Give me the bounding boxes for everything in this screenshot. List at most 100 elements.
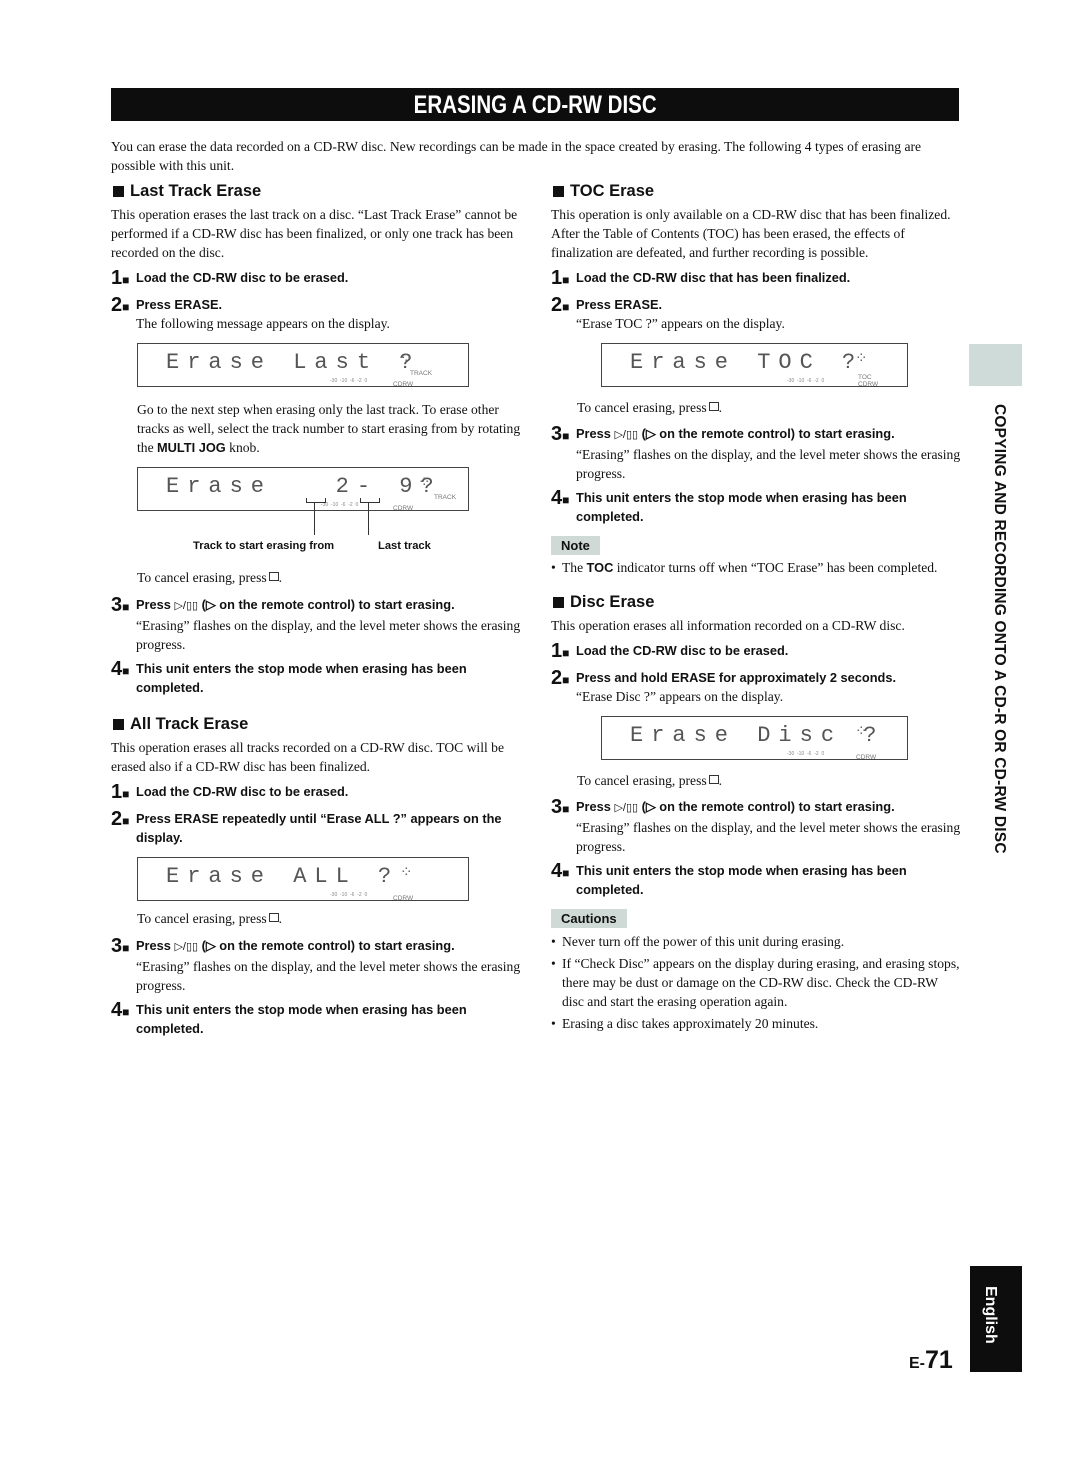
step-number: 3■	[111, 594, 130, 616]
step-number: 3■	[111, 935, 130, 957]
cautions-label: Cautions	[551, 909, 627, 928]
disc-spinner-icon: ⁘	[855, 722, 868, 740]
play-pause-icon: ▷/▯▯	[614, 429, 639, 441]
page-title-text: ERASING A CD-RW DISC	[413, 91, 657, 119]
track-indicator: TRACK	[410, 370, 433, 377]
section-toc-erase: TOC Erase This operation is only availab…	[551, 180, 961, 577]
step-title: Press ▷/▯▯ (▷ on the remote control) to …	[576, 799, 895, 814]
section-description: This operation erases all tracks recorde…	[111, 740, 504, 774]
step-description: “Erasing” flashes on the display, and th…	[136, 959, 521, 993]
step-number: 4■	[551, 487, 570, 509]
step-title: This unit enters the stop mode when eras…	[136, 661, 467, 695]
step-number: 1■	[551, 267, 570, 289]
step-number: 2■	[551, 294, 570, 316]
chapter-tab-marker	[969, 344, 1022, 386]
step-title: Load the CD-RW disc that has been finali…	[576, 270, 851, 285]
lcd-text: Erase Disc ?	[630, 723, 885, 748]
square-bullet-icon	[553, 185, 564, 197]
callout-last-track: Last track	[378, 540, 431, 552]
step-number: 3■	[551, 796, 570, 818]
cdrw-indicator: CDRW	[393, 381, 414, 388]
track-indicator: TRACK	[434, 494, 457, 501]
step-number: 1■	[111, 781, 130, 803]
step-3: 3■ Press ▷/▯▯ (▷ on the remote control) …	[551, 424, 961, 483]
step-title: Load the CD-RW disc to be erased.	[136, 270, 349, 285]
stop-icon	[708, 402, 719, 411]
cancel-instruction: To cancel erasing, press.	[137, 570, 283, 585]
step-description: “Erase Disc ?” appears on the display.	[576, 689, 784, 704]
display-callouts: Track to start erasing from Last track	[137, 503, 467, 565]
step-2: 2■ Press and hold ERASE for approximatel…	[551, 668, 961, 706]
step-title: Press ERASE.	[576, 297, 663, 312]
square-bullet-icon	[113, 718, 124, 730]
lcd-text: Erase Last ?	[166, 350, 421, 375]
step-title: This unit enters the stop mode when eras…	[576, 863, 907, 897]
cautions-box: Cautions • Never turn off the power of th…	[551, 909, 961, 1033]
step-number: 1■	[111, 267, 130, 289]
cancel-instruction: To cancel erasing, press.	[577, 400, 723, 415]
step-3: 3■ Press ▷/▯▯ (▷ on the remote control) …	[111, 936, 521, 995]
step-number: 2■	[551, 667, 570, 689]
step-title: Press ERASE repeatedly until “Erase ALL …	[136, 811, 502, 845]
disc-spinner-icon: ⁘	[418, 473, 431, 491]
caution-item: • Erasing a disc takes approximately 20 m…	[551, 1016, 819, 1031]
cdrw-indicator: CDRW	[856, 754, 877, 761]
step-description: The following message appears on the dis…	[136, 316, 390, 331]
heading-text: Disc Erase	[570, 593, 655, 611]
step-title: Load the CD-RW disc to be erased.	[136, 784, 349, 799]
step-title: Press ▷/▯▯ (▷ on the remote control) to …	[136, 938, 455, 953]
disc-spinner-icon: ⁘	[400, 349, 413, 367]
play-pause-icon: ▷/▯▯	[614, 802, 639, 814]
stop-icon	[708, 775, 719, 784]
cdrw-indicator: CDRW	[858, 381, 879, 388]
step-number: 3■	[551, 423, 570, 445]
step-number: 4■	[551, 860, 570, 882]
disc-spinner-icon: ⁘	[400, 863, 413, 881]
section-description: This operation erases all information re…	[551, 618, 905, 633]
step-title: This unit enters the stop mode when eras…	[136, 1002, 467, 1036]
step-3: 3■ Press ▷/▯▯ (▷ on the remote control) …	[551, 797, 961, 856]
step-1: 1■ Load the CD-RW disc to be erased.	[551, 641, 961, 663]
step-number: 1■	[551, 640, 570, 662]
caution-item: • Never turn off the power of this unit d…	[551, 934, 845, 949]
note-box: Note • The TOC indicator turns off when …	[551, 536, 961, 577]
square-bullet-icon	[113, 185, 124, 197]
lcd-display-erase-all: Erase ALL ? ⁘ -30 -10 -6 -2 0 CDRW	[137, 857, 469, 902]
play-pause-icon: ▷/▯▯	[174, 941, 199, 953]
step-2: 2■ Press ERASE repeatedly until “Erase A…	[111, 809, 521, 847]
square-bullet-icon	[553, 596, 564, 608]
step-description: “Erasing” flashes on the display, and th…	[136, 618, 521, 652]
lcd-display-erase-disc: Erase Disc ? ⁘ -30 -10 -6 -2 0 CDRW	[601, 716, 908, 761]
lcd-display-erase-last: Erase Last ? ⁘ TRACK -30 -10 -6 -2 0 CDR…	[137, 343, 469, 388]
section-heading: Last Track Erase	[111, 180, 521, 202]
lcd-text: Erase TOC ?	[630, 350, 864, 375]
step-description: “Erase TOC ?” appears on the display.	[576, 316, 785, 331]
step-description: “Erasing” flashes on the display, and th…	[576, 447, 961, 481]
caution-item: • If “Check Disc” appears on the display …	[551, 956, 960, 1009]
section-description: This operation is only available on a CD…	[551, 207, 951, 260]
note-item: • The TOC indicator turns off when “TOC …	[551, 560, 938, 575]
section-all-track-erase: All Track Erase This operation erases al…	[111, 713, 521, 1038]
section-heading: TOC Erase	[551, 180, 961, 202]
step-title: Press ERASE.	[136, 297, 223, 312]
page-number: E-71	[909, 1346, 953, 1374]
select-track-instructions: Go to the next step when erasing only th…	[137, 402, 521, 455]
step-number: 2■	[111, 808, 130, 830]
step-1: 1■ Load the CD-RW disc to be erased.	[111, 268, 521, 290]
cancel-instruction: To cancel erasing, press.	[577, 773, 723, 788]
callout-line	[368, 503, 369, 535]
cancel-instruction: To cancel erasing, press.	[137, 911, 283, 926]
stop-icon	[268, 913, 279, 922]
section-disc-erase: Disc Erase This operation erases all inf…	[551, 591, 961, 1033]
heading-text: TOC Erase	[570, 182, 655, 200]
start-track-value: 2	[335, 474, 357, 499]
lcd-text: Erase 2- 9?	[166, 474, 442, 499]
note-label: Note	[551, 536, 600, 555]
heading-text: Last Track Erase	[130, 182, 262, 200]
callout-line	[314, 503, 315, 535]
step-4: 4■ This unit enters the stop mode when e…	[111, 659, 521, 697]
lcd-text: Erase ALL ?	[166, 864, 400, 889]
step-title: Press ▷/▯▯ (▷ on the remote control) to …	[576, 426, 895, 441]
start-track-bracket	[306, 498, 326, 503]
level-meter-scale: -30 -10 -6 -2 0	[787, 751, 825, 757]
